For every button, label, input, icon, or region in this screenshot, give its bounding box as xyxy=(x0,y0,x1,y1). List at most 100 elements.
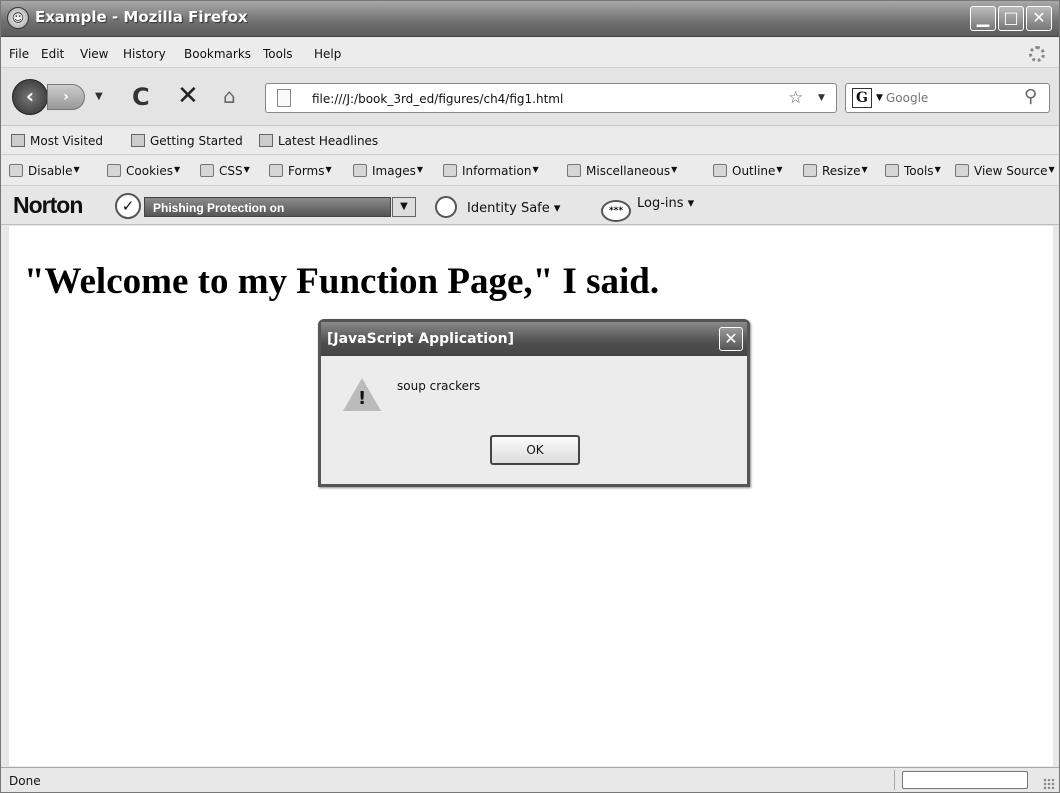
resize-grip-icon[interactable] xyxy=(1043,778,1055,790)
window-title: Example - Mozilla Firefox xyxy=(35,8,248,26)
bookmark-label: Most Visited xyxy=(30,134,104,148)
bookmark-star-icon[interactable]: ☆ xyxy=(788,88,803,108)
cookies-icon xyxy=(107,164,121,177)
bookmarks-toolbar: Most Visited Getting Started Latest Head… xyxy=(1,127,1059,155)
search-engine-dropdown-icon[interactable]: ▼ xyxy=(876,93,883,103)
throbber-icon xyxy=(1029,46,1045,62)
ok-button[interactable]: OK xyxy=(490,435,580,465)
dev-images[interactable]: Images▼ xyxy=(353,164,423,178)
identity-safe-icon xyxy=(435,196,457,218)
getting-started-icon xyxy=(131,134,145,147)
address-url[interactable]: file:///J:/book_3rd_ed/figures/ch4/fig1.… xyxy=(312,92,563,106)
browser-window: ☺ Example - Mozilla Firefox ▁ □ ✕ File E… xyxy=(0,0,1060,793)
bookmark-getting-started[interactable]: Getting Started xyxy=(131,134,243,148)
warning-mark: ! xyxy=(358,388,367,409)
logins-button[interactable]: *** Log-ins ▾ xyxy=(601,196,694,222)
address-bar[interactable]: file:///J:/book_3rd_ed/figures/ch4/fig1.… xyxy=(265,83,837,113)
address-dropdown-icon[interactable]: ▼ xyxy=(818,93,825,103)
bookmark-latest-headlines[interactable]: Latest Headlines xyxy=(259,134,378,148)
phishing-dropdown-button[interactable]: ▼ xyxy=(392,197,416,217)
forward-button[interactable]: › xyxy=(47,84,85,110)
back-button[interactable]: ‹ xyxy=(12,79,48,115)
status-text: Done xyxy=(9,774,41,788)
page-icon xyxy=(277,89,291,107)
menu-bar: File Edit View History Bookmarks Tools H… xyxy=(1,38,1059,68)
dev-forms[interactable]: Forms▼ xyxy=(269,164,332,178)
progress-field xyxy=(902,771,1028,789)
page-heading: "Welcome to my Function Page," I said. xyxy=(24,261,660,302)
search-input[interactable] xyxy=(886,89,1016,107)
logins-icon: *** xyxy=(601,200,631,222)
menu-tools[interactable]: Tools xyxy=(263,47,293,61)
web-developer-toolbar: Disable▼ Cookies▼ CSS▼ Forms▼ Images▼ In… xyxy=(1,156,1059,186)
dev-disable[interactable]: Disable▼ xyxy=(9,164,80,178)
dev-cookies[interactable]: Cookies▼ xyxy=(107,164,180,178)
dev-label: Images xyxy=(372,164,416,178)
menu-edit[interactable]: Edit xyxy=(41,47,64,61)
most-visited-icon xyxy=(11,134,25,147)
view-source-icon xyxy=(955,164,969,177)
norton-logo: Norton xyxy=(13,192,83,218)
search-engine-icon[interactable]: G xyxy=(852,88,872,108)
title-bar: ☺ Example - Mozilla Firefox ▁ □ ✕ xyxy=(1,1,1059,37)
tools-icon xyxy=(885,164,899,177)
reload-button[interactable]: C xyxy=(132,83,150,111)
dialog-title-bar: [JavaScript Application] ✕ xyxy=(321,322,747,356)
menu-history[interactable]: History xyxy=(123,47,166,61)
dev-label: Information xyxy=(462,164,532,178)
menu-bookmarks[interactable]: Bookmarks xyxy=(184,47,251,61)
identity-safe-button[interactable]: Identity Safe ▾ xyxy=(435,196,560,218)
dev-information[interactable]: Information▼ xyxy=(443,164,539,178)
page-content: "Welcome to my Function Page," I said. xyxy=(9,226,1053,766)
bookmark-most-visited[interactable]: Most Visited xyxy=(11,134,103,148)
identity-safe-label: Identity Safe xyxy=(467,201,550,216)
dev-resize[interactable]: Resize▼ xyxy=(803,164,868,178)
dialog-title: [JavaScript Application] xyxy=(327,331,514,347)
outline-icon xyxy=(713,164,727,177)
firefox-icon: ☺ xyxy=(7,7,29,29)
forms-icon xyxy=(269,164,283,177)
home-button[interactable]: ⌂ xyxy=(223,84,236,108)
bookmark-label: Getting Started xyxy=(150,134,243,148)
stop-button[interactable]: ✕ xyxy=(177,81,199,111)
miscellaneous-icon xyxy=(567,164,581,177)
dev-css[interactable]: CSS▼ xyxy=(200,164,250,178)
checkmark-icon: ✓ xyxy=(115,193,141,219)
dev-view-source[interactable]: View Source▼ xyxy=(955,164,1055,178)
dev-label: CSS xyxy=(219,164,243,178)
information-icon xyxy=(443,164,457,177)
maximize-button[interactable]: □ xyxy=(998,6,1024,31)
dev-label: Miscellaneous xyxy=(586,164,671,178)
search-bar[interactable]: G ▼ ⚲ xyxy=(845,83,1050,113)
navigation-toolbar: ‹ › ▼ C ✕ ⌂ file:///J:/book_3rd_ed/figur… xyxy=(1,69,1059,126)
resize-icon xyxy=(803,164,817,177)
phishing-protection-status[interactable]: Phishing Protection on xyxy=(144,197,391,217)
dev-label: Forms xyxy=(288,164,325,178)
menu-file[interactable]: File xyxy=(9,47,29,61)
css-icon xyxy=(200,164,214,177)
dev-label: Cookies xyxy=(126,164,173,178)
dev-outline[interactable]: Outline▼ xyxy=(713,164,783,178)
menu-help[interactable]: Help xyxy=(314,47,341,61)
dialog-message: soup crackers xyxy=(397,379,481,393)
norton-toolbar: Norton ✓ Phishing Protection on ▼ Identi… xyxy=(1,187,1059,225)
logins-label: Log-ins xyxy=(637,196,684,211)
status-bar: Done xyxy=(1,767,1059,792)
dev-tools[interactable]: Tools▼ xyxy=(885,164,941,178)
dev-label: View Source xyxy=(974,164,1048,178)
close-window-button[interactable]: ✕ xyxy=(1026,6,1052,31)
rss-icon xyxy=(259,134,273,147)
menu-view[interactable]: View xyxy=(80,47,108,61)
bookmark-label: Latest Headlines xyxy=(278,134,379,148)
history-dropdown-icon[interactable]: ▼ xyxy=(95,91,103,102)
disable-icon xyxy=(9,164,23,177)
dev-miscellaneous[interactable]: Miscellaneous▼ xyxy=(567,164,677,178)
minimize-button[interactable]: ▁ xyxy=(970,6,996,31)
dev-label: Tools xyxy=(904,164,934,178)
dev-label: Disable xyxy=(28,164,73,178)
search-icon[interactable]: ⚲ xyxy=(1024,86,1037,107)
dev-label: Outline xyxy=(732,164,776,178)
dialog-close-button[interactable]: ✕ xyxy=(719,327,743,351)
alert-dialog: [JavaScript Application] ✕ ! soup cracke… xyxy=(318,319,750,487)
images-icon xyxy=(353,164,367,177)
